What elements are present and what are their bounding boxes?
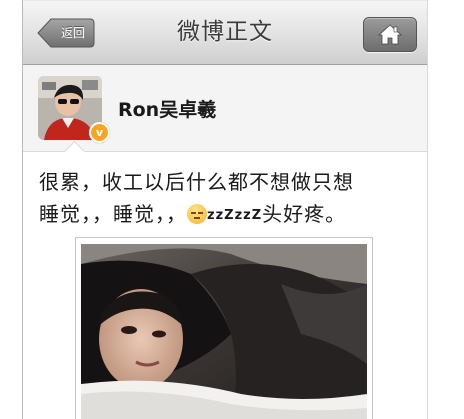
sleepy-face-icon bbox=[187, 204, 207, 224]
post-text: 很累，收工以后什么都不想做只想 睡觉，，睡觉，， zzZzzZ头好疼。 bbox=[39, 166, 419, 232]
back-button-label: 返回 bbox=[60, 26, 85, 40]
page-title: 微博正文 bbox=[177, 19, 273, 45]
home-button[interactable] bbox=[363, 17, 417, 52]
zzz-text-1: zzZ bbox=[207, 208, 235, 223]
navigation-bar: 返回 微博正文 bbox=[23, 0, 427, 65]
verified-badge: v bbox=[89, 122, 110, 143]
post-photo bbox=[81, 244, 367, 419]
post-line-2-end: 头好疼。 bbox=[262, 202, 347, 226]
back-button[interactable]: 返回 bbox=[37, 18, 95, 48]
post-image-frame[interactable] bbox=[75, 237, 373, 419]
zzz-text-2: zzZ bbox=[234, 208, 263, 223]
verified-badge-label: v bbox=[95, 126, 104, 139]
user-header[interactable]: v Ron吴卓羲 bbox=[23, 65, 427, 152]
home-icon bbox=[378, 24, 402, 45]
post-line-2-start: 睡觉，，睡觉，， bbox=[39, 202, 187, 226]
username[interactable]: Ron吴卓羲 bbox=[118, 95, 216, 122]
weibo-screen: 返回 微博正文 v Ron吴卓羲 很累，收工以后什么都不想做只想 睡觉，，睡觉，… bbox=[22, 0, 428, 419]
post-line-2: 睡觉，，睡觉，， zzZzzZ头好疼。 bbox=[39, 198, 419, 232]
post-image[interactable] bbox=[81, 244, 367, 419]
post-line-1: 很累，收工以后什么都不想做只想 bbox=[39, 170, 354, 194]
